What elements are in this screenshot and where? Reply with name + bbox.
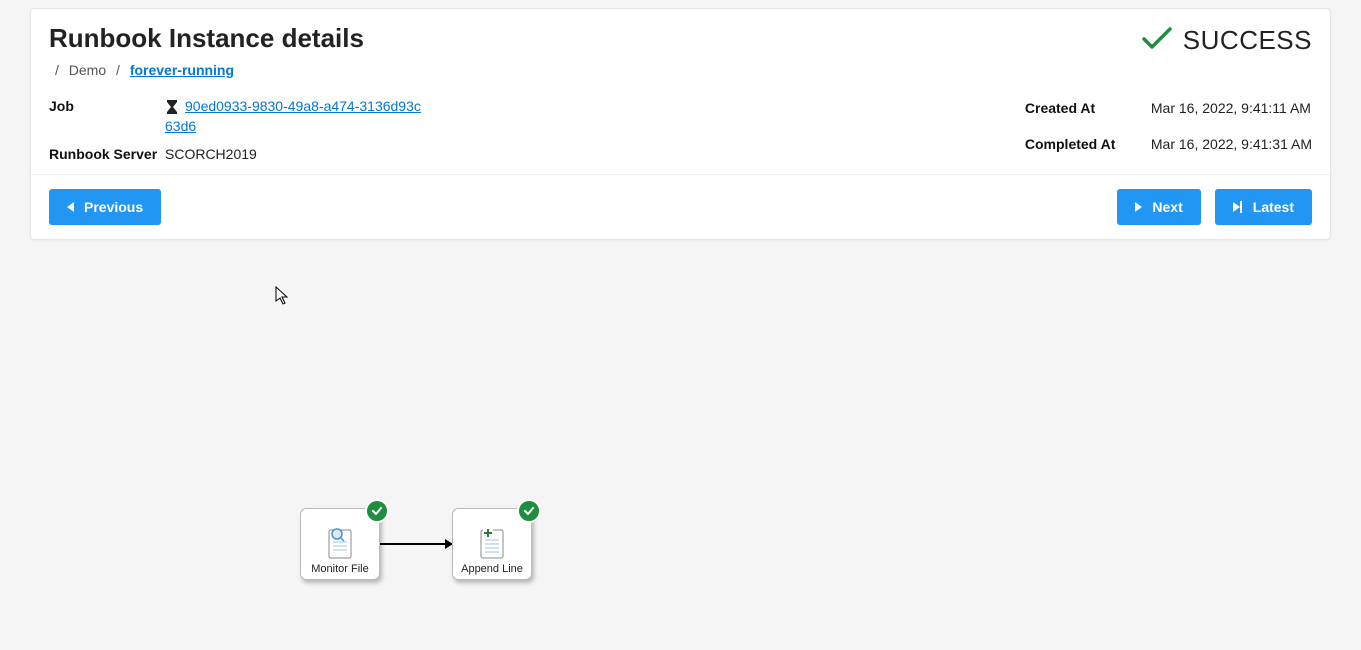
latest-button[interactable]: Latest [1215, 189, 1312, 225]
success-check-icon [365, 499, 389, 523]
status-text: SUCCESS [1183, 25, 1312, 56]
latest-label: Latest [1253, 199, 1294, 215]
completed-value: Mar 16, 2022, 9:41:31 AM [1151, 136, 1312, 162]
page-title: Runbook Instance details [49, 23, 364, 54]
breadcrumb-separator: / [116, 62, 120, 78]
diagram-connector [380, 543, 452, 545]
triangle-left-icon [67, 202, 74, 212]
created-label: Created At [1025, 100, 1145, 126]
server-label: Runbook Server [49, 146, 159, 162]
next-label: Next [1152, 199, 1182, 215]
previous-button[interactable]: Previous [49, 189, 161, 225]
diagram-node-monitor-file[interactable]: Monitor File [300, 508, 380, 580]
details-card: Runbook Instance details SUCCESS / Demo … [30, 8, 1331, 240]
document-magnify-icon [322, 523, 358, 563]
job-label: Job [49, 98, 159, 134]
diagram-node-label: Monitor File [311, 563, 368, 575]
status-badge: SUCCESS [1141, 25, 1312, 56]
breadcrumb: / Demo / forever-running [49, 62, 1312, 78]
created-value: Mar 16, 2022, 9:41:11 AM [1151, 100, 1312, 126]
diagram-node-label: Append Line [461, 563, 523, 575]
workflow-diagram: Monitor File Append Line [300, 508, 532, 580]
breadcrumb-separator: / [55, 62, 59, 78]
document-plus-icon [474, 523, 510, 563]
job-id-link[interactable]: 90ed0933-9830-49a8-a474-3136d93c63d6 [165, 98, 421, 134]
success-check-icon [517, 499, 541, 523]
completed-label: Completed At [1025, 136, 1145, 162]
diagram-node-append-line[interactable]: Append Line [452, 508, 532, 580]
right-properties: Created At Mar 16, 2022, 9:41:11 AM Comp… [1025, 100, 1312, 162]
breadcrumb-current-link[interactable]: forever-running [130, 62, 234, 78]
next-button[interactable]: Next [1117, 189, 1200, 225]
button-row: Previous Next Latest [31, 174, 1330, 239]
skip-forward-icon [1233, 201, 1243, 213]
left-properties: Job 90ed0933-9830-49a8-a474-3136d93c63d6… [49, 98, 425, 162]
server-value: SCORCH2019 [165, 146, 425, 162]
hourglass-icon [165, 99, 179, 118]
previous-label: Previous [84, 199, 143, 215]
triangle-right-icon [1135, 202, 1142, 212]
mouse-cursor-icon [275, 286, 291, 311]
check-icon [1141, 25, 1173, 56]
breadcrumb-parent: Demo [69, 62, 106, 78]
